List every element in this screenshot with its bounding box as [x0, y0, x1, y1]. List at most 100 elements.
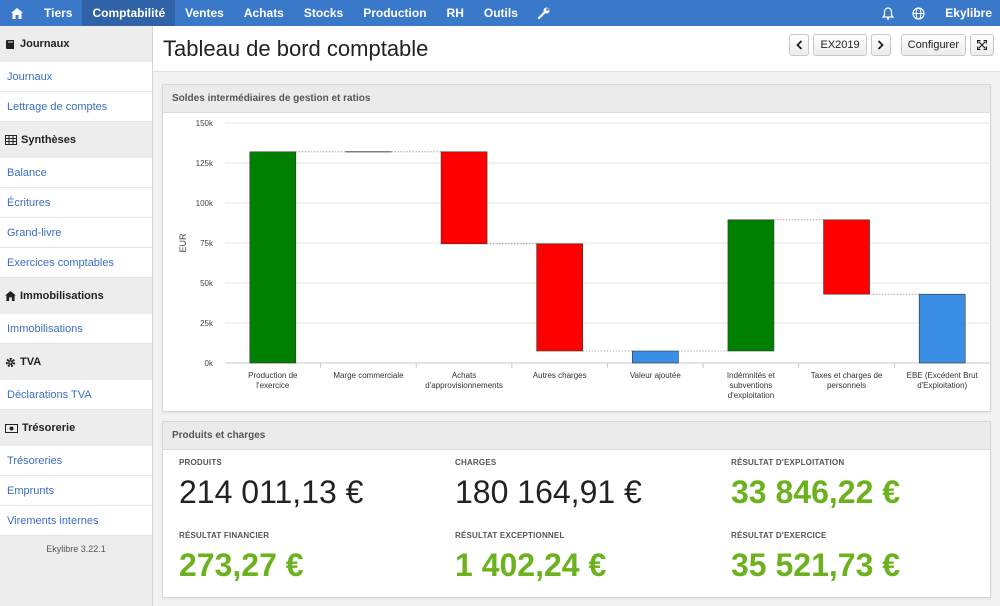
stat-value: 273,27 € — [179, 547, 304, 583]
sidebar-group-label: Synthèses — [21, 134, 77, 146]
globe-icon — [912, 6, 925, 20]
nav-tiers[interactable]: Tiers — [34, 0, 82, 26]
stat-label: RÉSULTAT FINANCIER — [179, 531, 270, 540]
next-year-button[interactable] — [870, 34, 891, 56]
sidebar-group-immobilisations: Immobilisations — [0, 278, 152, 314]
expand-icon — [977, 40, 987, 50]
sidebar-group-tresorerie: Trésorerie — [0, 410, 152, 446]
x-category-label: Achats d'approvisionnements — [425, 371, 503, 390]
y-tick-label: 125k — [196, 159, 214, 168]
stat-produits: PRODUITS 214 011,13 € — [179, 458, 363, 511]
x-category-label: EBE (Excédent Brut d'Exploitation) — [907, 371, 979, 390]
sidebar-group-label: Journaux — [20, 38, 70, 50]
sidebar: Journaux Journaux Lettrage de comptes Sy… — [0, 26, 153, 606]
stat-label: CHARGES — [455, 458, 497, 467]
stat-value: 35 521,73 € — [731, 547, 901, 583]
nav-rh[interactable]: RH — [437, 0, 474, 26]
y-tick-label: 25k — [200, 319, 214, 328]
waterfall-chart: 0k 25k 50k 75k 100k 125k 150k EUR Production de l… — [178, 119, 990, 400]
bar — [440, 151, 488, 245]
main-content: Tableau de bord comptable EX2019 Configu… — [153, 26, 1000, 606]
nav-ventes[interactable]: Ventes — [175, 0, 234, 26]
sidebar-link-tresoreries[interactable]: Trésoreries — [0, 446, 152, 476]
chart-panel: Soldes intermédiaires de gestion et rati… — [162, 84, 991, 412]
stat-charges: CHARGES 180 164,91 € — [455, 458, 642, 511]
sidebar-link-exercices[interactable]: Exercices comptables — [0, 248, 152, 278]
gear-icon — [5, 357, 16, 367]
stat-label: RÉSULTAT D'EXERCICE — [731, 531, 827, 540]
sidebar-group-label: Trésorerie — [22, 422, 76, 434]
stat-résultat-d-exercice: RÉSULTAT D'EXERCICE 35 521,73 € — [731, 531, 900, 584]
y-tick-label: 50k — [200, 279, 214, 288]
y-tick-label: 150k — [196, 119, 214, 128]
book-icon — [6, 39, 14, 49]
stats-panel-title: Produits et charges — [163, 422, 990, 450]
stat-résultat-exceptionnel: RÉSULTAT EXCEPTIONNEL 1 402,24 € — [455, 531, 606, 584]
app-version: Ekylibre 3.22.1 — [46, 544, 106, 554]
language-button[interactable] — [903, 0, 933, 26]
configure-button[interactable]: Configurer — [900, 34, 966, 56]
chevron-left-icon — [796, 40, 803, 50]
wrench-button[interactable] — [528, 0, 560, 26]
previous-year-button[interactable] — [789, 34, 810, 56]
financial-year-button[interactable]: EX2019 — [813, 34, 867, 56]
x-category-label: Autres charges — [533, 371, 587, 380]
chevron-right-icon — [878, 40, 884, 50]
nav-stocks[interactable]: Stocks — [294, 0, 353, 26]
bar — [918, 293, 966, 364]
x-category-label: Production de l'exercice — [248, 371, 298, 390]
bar — [727, 219, 775, 352]
x-category-label: Taxes et charges de personnels — [811, 371, 883, 390]
sidebar-link-emprunts[interactable]: Emprunts — [0, 476, 152, 506]
sidebar-link-lettrage[interactable]: Lettrage de comptes — [0, 92, 152, 122]
y-tick-label: 75k — [200, 239, 214, 248]
bar — [536, 243, 583, 352]
page-header: Tableau de bord comptable EX2019 Configu… — [153, 26, 1000, 72]
fullscreen-button[interactable] — [970, 34, 994, 56]
sidebar-group-label: TVA — [20, 356, 42, 368]
table-icon — [5, 135, 17, 145]
bar — [632, 350, 679, 364]
sidebar-link-virements[interactable]: Virements internes — [0, 506, 152, 536]
nav-outils[interactable]: Outils — [474, 0, 528, 26]
x-category-label: Valeur ajoutée — [630, 371, 682, 380]
chart-panel-title: Soldes intermédiaires de gestion et rati… — [163, 85, 990, 113]
stat-label: RÉSULTAT EXCEPTIONNEL — [455, 531, 565, 540]
x-category-label: Indémnités et subventions d'exploitation — [727, 371, 776, 400]
stat-value: 214 011,13 € — [179, 474, 364, 510]
y-tick-label: 0k — [205, 359, 214, 368]
stat-value: 180 164,91 € — [455, 474, 642, 510]
sidebar-group-tva: TVA — [0, 344, 152, 380]
sidebar-group-journaux: Journaux — [0, 26, 152, 62]
sidebar-link-ecritures[interactable]: Écritures — [0, 188, 152, 218]
x-category-label: Marge commerciale — [333, 371, 404, 380]
y-axis-label: EUR — [178, 233, 188, 253]
home-icon — [5, 291, 16, 301]
bar — [823, 219, 870, 295]
sidebar-group-syntheses: Synthèses — [0, 122, 152, 158]
sidebar-link-grand-livre[interactable]: Grand-livre — [0, 218, 152, 248]
nav-comptabilite[interactable]: Comptabilité — [82, 0, 176, 26]
sidebar-link-immobilisations[interactable]: Immobilisations — [0, 314, 152, 344]
sidebar-group-label: Immobilisations — [20, 290, 104, 302]
sidebar-link-declarations-tva[interactable]: Déclarations TVA — [0, 380, 152, 410]
stat-résultat-d-exploitation: RÉSULTAT D'EXPLOITATION 33 846,22 € — [731, 458, 900, 511]
user-menu[interactable]: Ekylibre — [933, 0, 1000, 26]
home-button[interactable] — [0, 0, 34, 26]
bell-icon — [882, 6, 895, 20]
top-navigation: Tiers Comptabilité Ventes Achats Stocks … — [0, 0, 1000, 26]
nav-achats[interactable]: Achats — [234, 0, 294, 26]
sidebar-link-balance[interactable]: Balance — [0, 158, 152, 188]
sidebar-link-journaux[interactable]: Journaux — [0, 62, 152, 92]
stats-panel: Produits et charges PRODUITS 214 011,13 €… — [162, 421, 991, 598]
notifications-button[interactable] — [873, 0, 903, 26]
page-title: Tableau de bord comptable — [163, 36, 429, 61]
stat-label: PRODUITS — [179, 458, 222, 467]
stat-résultat-financier: RÉSULTAT FINANCIER 273,27 € — [179, 531, 304, 584]
money-icon — [5, 423, 18, 433]
wrench-icon — [537, 7, 550, 19]
stat-label: RÉSULTAT D'EXPLOITATION — [731, 458, 845, 467]
stat-value: 1 402,24 € — [455, 547, 607, 583]
y-tick-label: 100k — [196, 199, 214, 208]
nav-production[interactable]: Production — [353, 0, 436, 26]
